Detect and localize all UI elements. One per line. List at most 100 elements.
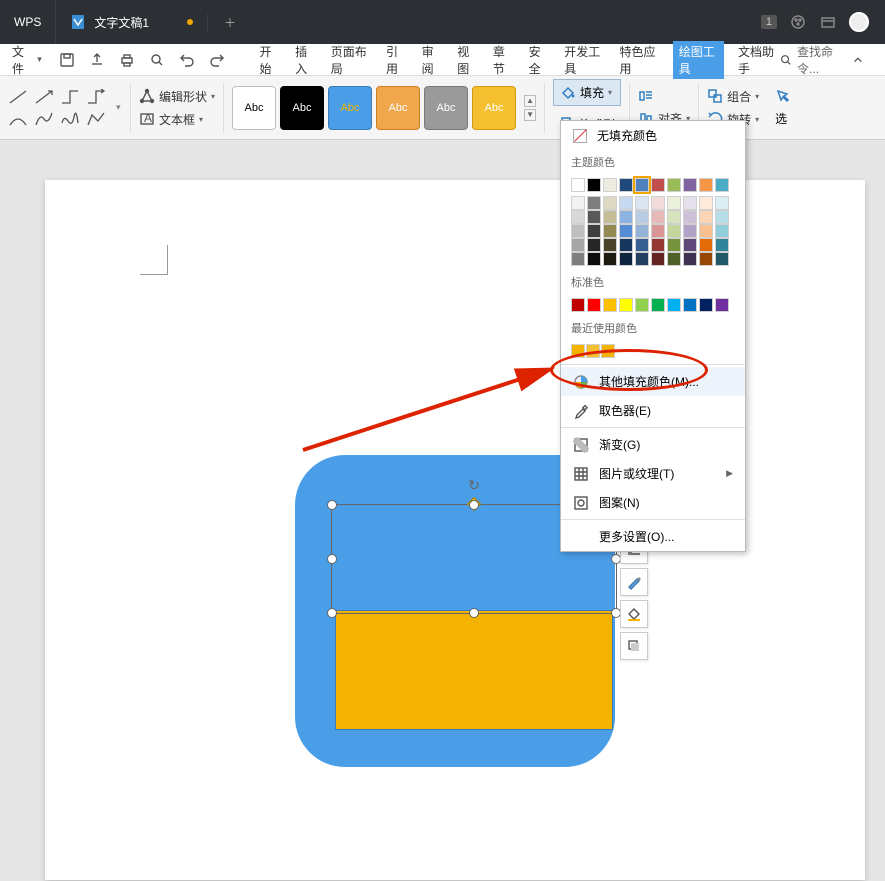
theme-shade-swatch[interactable] xyxy=(715,252,729,266)
theme-shade-swatch[interactable] xyxy=(619,238,633,252)
shapes-gallery[interactable] xyxy=(0,76,114,139)
theme-color-swatch[interactable] xyxy=(603,178,617,192)
theme-color-swatch[interactable] xyxy=(699,178,713,192)
theme-shade-swatch[interactable] xyxy=(667,196,681,210)
theme-shade-swatch[interactable] xyxy=(587,252,601,266)
theme-shade-swatch[interactable] xyxy=(699,252,713,266)
theme-shade-swatch[interactable] xyxy=(603,252,617,266)
yellow-rect-shape[interactable] xyxy=(335,610,613,730)
notification-badge[interactable]: 1 xyxy=(761,15,777,29)
standard-color-swatch[interactable] xyxy=(667,298,681,312)
theme-shade-swatch[interactable] xyxy=(571,252,585,266)
undo-icon[interactable] xyxy=(179,52,195,68)
menu-tab-5[interactable]: 视图 xyxy=(455,41,479,79)
theme-shade-swatch[interactable] xyxy=(715,196,729,210)
theme-shade-swatch[interactable] xyxy=(619,196,633,210)
style-scroll-up[interactable]: ▲ xyxy=(524,95,536,107)
theme-shade-swatch[interactable] xyxy=(635,224,649,238)
theme-shade-swatch[interactable] xyxy=(651,224,665,238)
standard-color-swatch[interactable] xyxy=(603,298,617,312)
float-fill-button[interactable] xyxy=(620,600,648,628)
theme-shade-swatch[interactable] xyxy=(603,210,617,224)
theme-color-swatch[interactable] xyxy=(571,178,585,192)
theme-shade-swatch[interactable] xyxy=(603,224,617,238)
shape-style-1[interactable]: Abc xyxy=(280,86,324,130)
theme-shade-swatch[interactable] xyxy=(667,252,681,266)
theme-shade-swatch[interactable] xyxy=(651,196,665,210)
theme-shade-swatch[interactable] xyxy=(667,224,681,238)
theme-shade-swatch[interactable] xyxy=(683,238,697,252)
resize-handle-n[interactable] xyxy=(469,500,479,510)
recent-color-swatch[interactable] xyxy=(601,344,615,358)
shape-style-5[interactable]: Abc xyxy=(472,86,516,130)
avatar[interactable] xyxy=(849,12,869,32)
theme-shade-swatch[interactable] xyxy=(699,210,713,224)
standard-color-swatch[interactable] xyxy=(587,298,601,312)
theme-color-swatch[interactable] xyxy=(683,178,697,192)
theme-shade-swatch[interactable] xyxy=(651,210,665,224)
standard-color-swatch[interactable] xyxy=(715,298,729,312)
wps-home-tab[interactable]: WPS xyxy=(0,0,56,44)
redo-icon[interactable] xyxy=(209,52,225,68)
shape-style-0[interactable]: Abc xyxy=(232,86,276,130)
wrap-button[interactable] xyxy=(638,88,690,104)
theme-shade-swatch[interactable] xyxy=(635,196,649,210)
theme-shade-swatch[interactable] xyxy=(619,224,633,238)
standard-color-swatch[interactable] xyxy=(635,298,649,312)
preview-icon[interactable] xyxy=(149,52,165,68)
picture-texture-item[interactable]: 图片或纹理(T) ▶ xyxy=(561,459,745,488)
theme-color-swatch[interactable] xyxy=(619,178,633,192)
more-fill-colors-item[interactable]: 其他填充颜色(M)... xyxy=(561,367,745,396)
shape-style-2[interactable]: Abc xyxy=(328,86,372,130)
theme-color-swatch[interactable] xyxy=(587,178,601,192)
style-scroll-down[interactable]: ▼ xyxy=(524,109,536,121)
recent-color-swatch[interactable] xyxy=(586,344,600,358)
theme-shade-swatch[interactable] xyxy=(699,238,713,252)
menu-tab-4[interactable]: 审阅 xyxy=(420,41,444,79)
new-tab-button[interactable]: ＋ xyxy=(208,14,252,31)
theme-shade-swatch[interactable] xyxy=(667,210,681,224)
save-icon[interactable] xyxy=(59,52,75,68)
theme-shade-swatch[interactable] xyxy=(619,252,633,266)
menu-tab-9[interactable]: 特色应用 xyxy=(617,41,660,79)
theme-shade-swatch[interactable] xyxy=(635,238,649,252)
more-settings-item[interactable]: 更多设置(O)... xyxy=(561,522,745,551)
skin-icon[interactable] xyxy=(789,13,807,31)
float-shadow-button[interactable] xyxy=(620,632,648,660)
theme-shade-swatch[interactable] xyxy=(635,252,649,266)
shape-style-3[interactable]: Abc xyxy=(376,86,420,130)
theme-shade-swatch[interactable] xyxy=(603,238,617,252)
select-button[interactable] xyxy=(775,88,791,104)
theme-shade-swatch[interactable] xyxy=(571,196,585,210)
theme-color-swatch[interactable] xyxy=(667,178,681,192)
menu-tab-11[interactable]: 文档助手 xyxy=(736,41,779,79)
theme-shade-swatch[interactable] xyxy=(683,196,697,210)
file-menu-button[interactable]: 文件 ▼ xyxy=(8,41,47,79)
resize-handle-sw[interactable] xyxy=(327,608,337,618)
theme-shade-swatch[interactable] xyxy=(571,238,585,252)
menu-tab-2[interactable]: 页面布局 xyxy=(329,41,372,79)
theme-shade-swatch[interactable] xyxy=(571,224,585,238)
menu-tab-6[interactable]: 章节 xyxy=(491,41,515,79)
export-icon[interactable] xyxy=(89,52,105,68)
standard-color-swatch[interactable] xyxy=(619,298,633,312)
standard-color-swatch[interactable] xyxy=(699,298,713,312)
theme-shade-swatch[interactable] xyxy=(667,238,681,252)
theme-shade-swatch[interactable] xyxy=(715,224,729,238)
theme-shade-swatch[interactable] xyxy=(715,238,729,252)
theme-shade-swatch[interactable] xyxy=(619,210,633,224)
resize-handle-nw[interactable] xyxy=(327,500,337,510)
no-fill-item[interactable]: 无填充颜色 xyxy=(561,121,745,150)
resize-handle-w[interactable] xyxy=(327,554,337,564)
theme-shade-swatch[interactable] xyxy=(587,224,601,238)
theme-color-swatch[interactable] xyxy=(651,178,665,192)
theme-shade-swatch[interactable] xyxy=(571,210,585,224)
gradient-item[interactable]: 渐变(G) xyxy=(561,430,745,459)
box-icon[interactable] xyxy=(819,13,837,31)
menu-tab-1[interactable]: 插入 xyxy=(293,41,317,79)
search-command[interactable]: 查找命令... xyxy=(779,43,877,77)
theme-color-swatch[interactable] xyxy=(715,178,729,192)
standard-color-swatch[interactable] xyxy=(651,298,665,312)
fill-dropdown-button[interactable]: 填充▾ xyxy=(553,79,621,106)
theme-shade-swatch[interactable] xyxy=(699,196,713,210)
